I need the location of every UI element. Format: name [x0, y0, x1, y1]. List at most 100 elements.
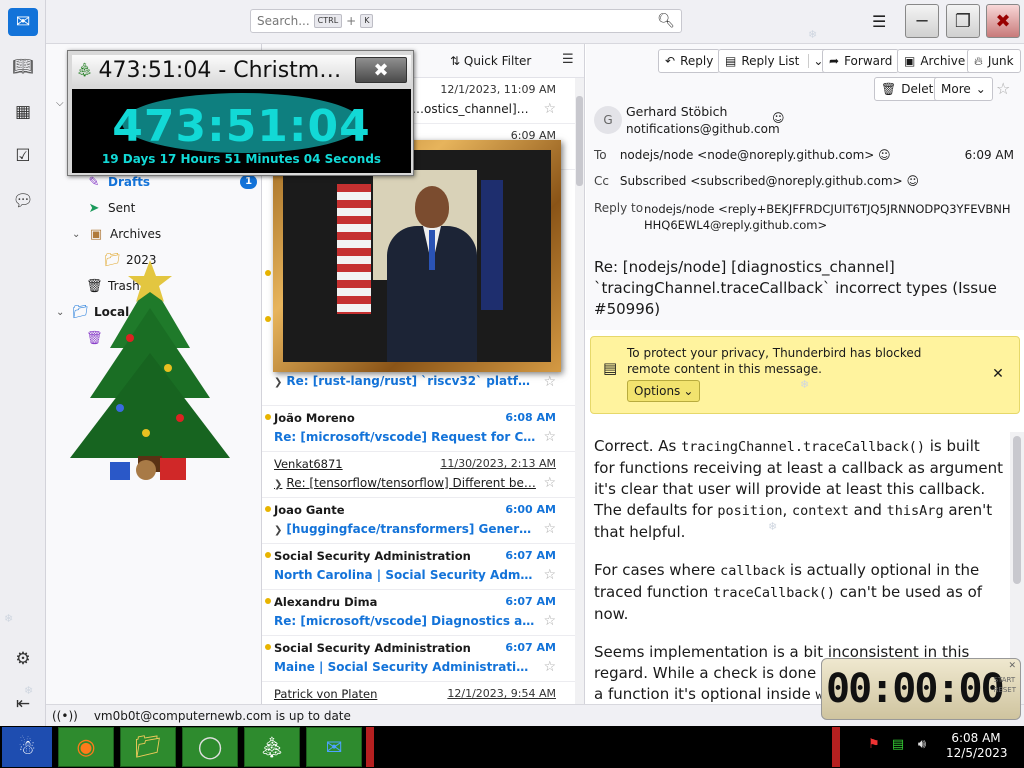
- star-icon[interactable]: ☆: [543, 475, 556, 491]
- table-row[interactable]: Joao Gante 6:00 AM ❯ [huggingface/transfo…: [262, 498, 576, 544]
- sender-name[interactable]: Gerhard Stöbich: [626, 104, 727, 119]
- star-icon[interactable]: ☆: [543, 613, 556, 629]
- folder-archives[interactable]: ⌄ ▣ Archives: [72, 223, 161, 245]
- star-icon[interactable]: ☆: [543, 374, 556, 390]
- inline-code: context: [792, 503, 849, 519]
- taskbar-chrome[interactable]: ◯: [182, 727, 238, 767]
- forward-button[interactable]: ➦ Forward: [822, 49, 900, 73]
- inline-code: thisArg: [886, 503, 944, 519]
- table-row[interactable]: Patrick von Platen 12/1/2023, 9:54 AM: [262, 682, 576, 704]
- start-label[interactable]: START: [994, 676, 1016, 684]
- mail-icon[interactable]: ✉: [8, 8, 38, 36]
- tree-icon: 🎄︎: [76, 62, 93, 78]
- thread-chevron-icon[interactable]: ❯: [274, 525, 282, 536]
- table-row[interactable]: Alexandru Dima 6:07 AM Re: [microsoft/vs…: [262, 590, 576, 636]
- portrait-head: [415, 186, 449, 228]
- avatar: G: [594, 106, 622, 134]
- christmas-countdown-widget[interactable]: 🎄︎ 473:51:04 - Christm… ✖ 473:51:04 19 D…: [67, 50, 414, 176]
- table-row[interactable]: Social Security Administration 6:07 AM N…: [262, 544, 576, 590]
- more-button[interactable]: More ⌄: [934, 77, 993, 101]
- message-from: João Moreno: [274, 411, 355, 425]
- star-icon[interactable]: ☆: [543, 567, 556, 583]
- star-icon[interactable]: ☆: [543, 429, 556, 445]
- star-icon[interactable]: ☆: [996, 79, 1010, 98]
- stopwatch-controls[interactable]: START RESET: [994, 675, 1016, 695]
- menu-icon[interactable]: ☰: [872, 12, 886, 31]
- close-button[interactable]: ✖: [355, 57, 407, 83]
- stopwatch-widget[interactable]: 00:00:00 ✕ START RESET: [821, 658, 1021, 720]
- taskbar-clock[interactable]: 6:08 AM 12/5/2023: [946, 731, 1008, 761]
- message-date: 6:07 AM: [505, 641, 556, 654]
- flag-icon: [481, 180, 503, 310]
- reply-button[interactable]: ↶ Reply: [658, 49, 721, 73]
- countdown-title-bar[interactable]: 🎄︎ 473:51:04 - Christm… ✖: [72, 55, 411, 85]
- table-row[interactable]: João Moreno 6:08 AM Re: [microsoft/vscod…: [262, 406, 576, 452]
- options-button[interactable]: Options ⌄: [627, 380, 701, 402]
- taskbar-thunderbird[interactable]: ✉: [306, 727, 362, 767]
- unread-dot: [265, 506, 271, 512]
- to-value[interactable]: nodejs/node <node@noreply.github.com>: [620, 148, 874, 162]
- taskbar-firefox[interactable]: ◉: [58, 727, 114, 767]
- connection-icon: ((•)): [52, 708, 78, 723]
- message-list-scrollbar[interactable]: [575, 78, 584, 704]
- scrollbar-thumb[interactable]: [576, 96, 583, 186]
- body-paragraph: Correct. As tracingChannel.traceCallback…: [594, 436, 1004, 543]
- body-paragraph: For cases where callback is actually opt…: [594, 560, 1004, 625]
- junk-label: Junk: [987, 54, 1014, 68]
- taskbar-file-explorer[interactable]: 📁︎: [120, 727, 176, 767]
- santa-icon: ☃: [18, 735, 36, 759]
- star-icon[interactable]: ☆: [543, 521, 556, 537]
- body-text: For cases where: [594, 561, 721, 579]
- quick-filter-label: Quick Filter: [463, 54, 532, 68]
- address-book-icon[interactable]: ☺: [772, 111, 785, 125]
- subject-text: [huggingface/transformers] Generate…: [286, 522, 536, 536]
- folder-label: Drafts: [108, 175, 151, 189]
- security-alert-icon[interactable]: ⚑: [866, 734, 882, 754]
- list-options-icon[interactable]: ☰: [562, 52, 574, 67]
- close-icon[interactable]: ✕: [1008, 661, 1016, 671]
- sender-email[interactable]: notifications@github.com: [626, 122, 780, 136]
- tasks-icon[interactable]: ☑: [8, 142, 38, 170]
- to-label: To: [594, 148, 607, 162]
- search-input[interactable]: Search... CTRL + K 🔍︎: [250, 9, 682, 33]
- calendar-icon[interactable]: ▦: [8, 98, 38, 126]
- table-row[interactable]: Venkat6871 11/30/2023, 2:13 AM ❯ Re: [ten…: [262, 452, 576, 498]
- message-date: 6:08 AM: [505, 411, 556, 424]
- reply-to-value[interactable]: nodejs/node <reply+BEKJFFRDCJUIT6TJQ5JRN…: [644, 201, 1016, 233]
- start-button[interactable]: ☃: [2, 727, 52, 767]
- network-icon[interactable]: ▤: [890, 734, 906, 754]
- scrollbar-thumb[interactable]: [1013, 436, 1021, 584]
- restore-button[interactable]: ❐: [946, 4, 980, 38]
- star-icon[interactable]: ☆: [543, 101, 556, 117]
- unread-dot: [265, 598, 271, 604]
- snowflake-icon: ❄: [800, 378, 810, 391]
- address-book-icon[interactable]: 📖︎: [8, 53, 38, 81]
- christmas-tree-image[interactable]: [50, 258, 250, 492]
- snowflake-icon: ❄: [768, 520, 778, 533]
- volume-icon[interactable]: 🔊︎: [914, 734, 930, 754]
- folder-sent[interactable]: ➤ Sent: [86, 197, 136, 219]
- thread-chevron-icon[interactable]: ❯: [274, 479, 282, 490]
- quick-filter-button[interactable]: ⇅ Quick Filter: [450, 54, 531, 68]
- minimize-button[interactable]: ─: [905, 4, 939, 38]
- close-icon[interactable]: ✕: [987, 364, 1009, 384]
- firefox-icon: ◉: [76, 734, 96, 760]
- junk-button[interactable]: 🔥︎ Junk: [967, 49, 1021, 73]
- search-placeholder: Search...: [257, 14, 310, 28]
- address-book-icon[interactable]: ☺: [878, 148, 891, 162]
- thread-chevron-icon[interactable]: ❯: [274, 377, 282, 388]
- star-icon[interactable]: ☆: [543, 659, 556, 675]
- address-book-icon[interactable]: ☺: [906, 174, 919, 188]
- archive-button[interactable]: ▣ Archive: [897, 49, 973, 73]
- collapse-spaces-icon[interactable]: ⇤: [8, 690, 38, 718]
- taskbar-christmas-countdown[interactable]: 🎄︎: [244, 727, 300, 767]
- close-button[interactable]: ✖: [986, 4, 1020, 38]
- cc-value[interactable]: Subscribed <subscribed@noreply.github.co…: [620, 174, 903, 188]
- reply-list-button[interactable]: ▤ Reply List ⌄: [718, 49, 831, 73]
- reset-label[interactable]: RESET: [994, 686, 1016, 694]
- chat-icon[interactable]: 💬︎: [8, 187, 38, 215]
- settings-icon[interactable]: ⚙: [8, 645, 38, 673]
- folder-chevron-expanded[interactable]: ⌵: [56, 92, 66, 114]
- chevron-down-icon[interactable]: ⌄: [72, 229, 82, 240]
- table-row[interactable]: Social Security Administration 6:07 AM M…: [262, 636, 576, 682]
